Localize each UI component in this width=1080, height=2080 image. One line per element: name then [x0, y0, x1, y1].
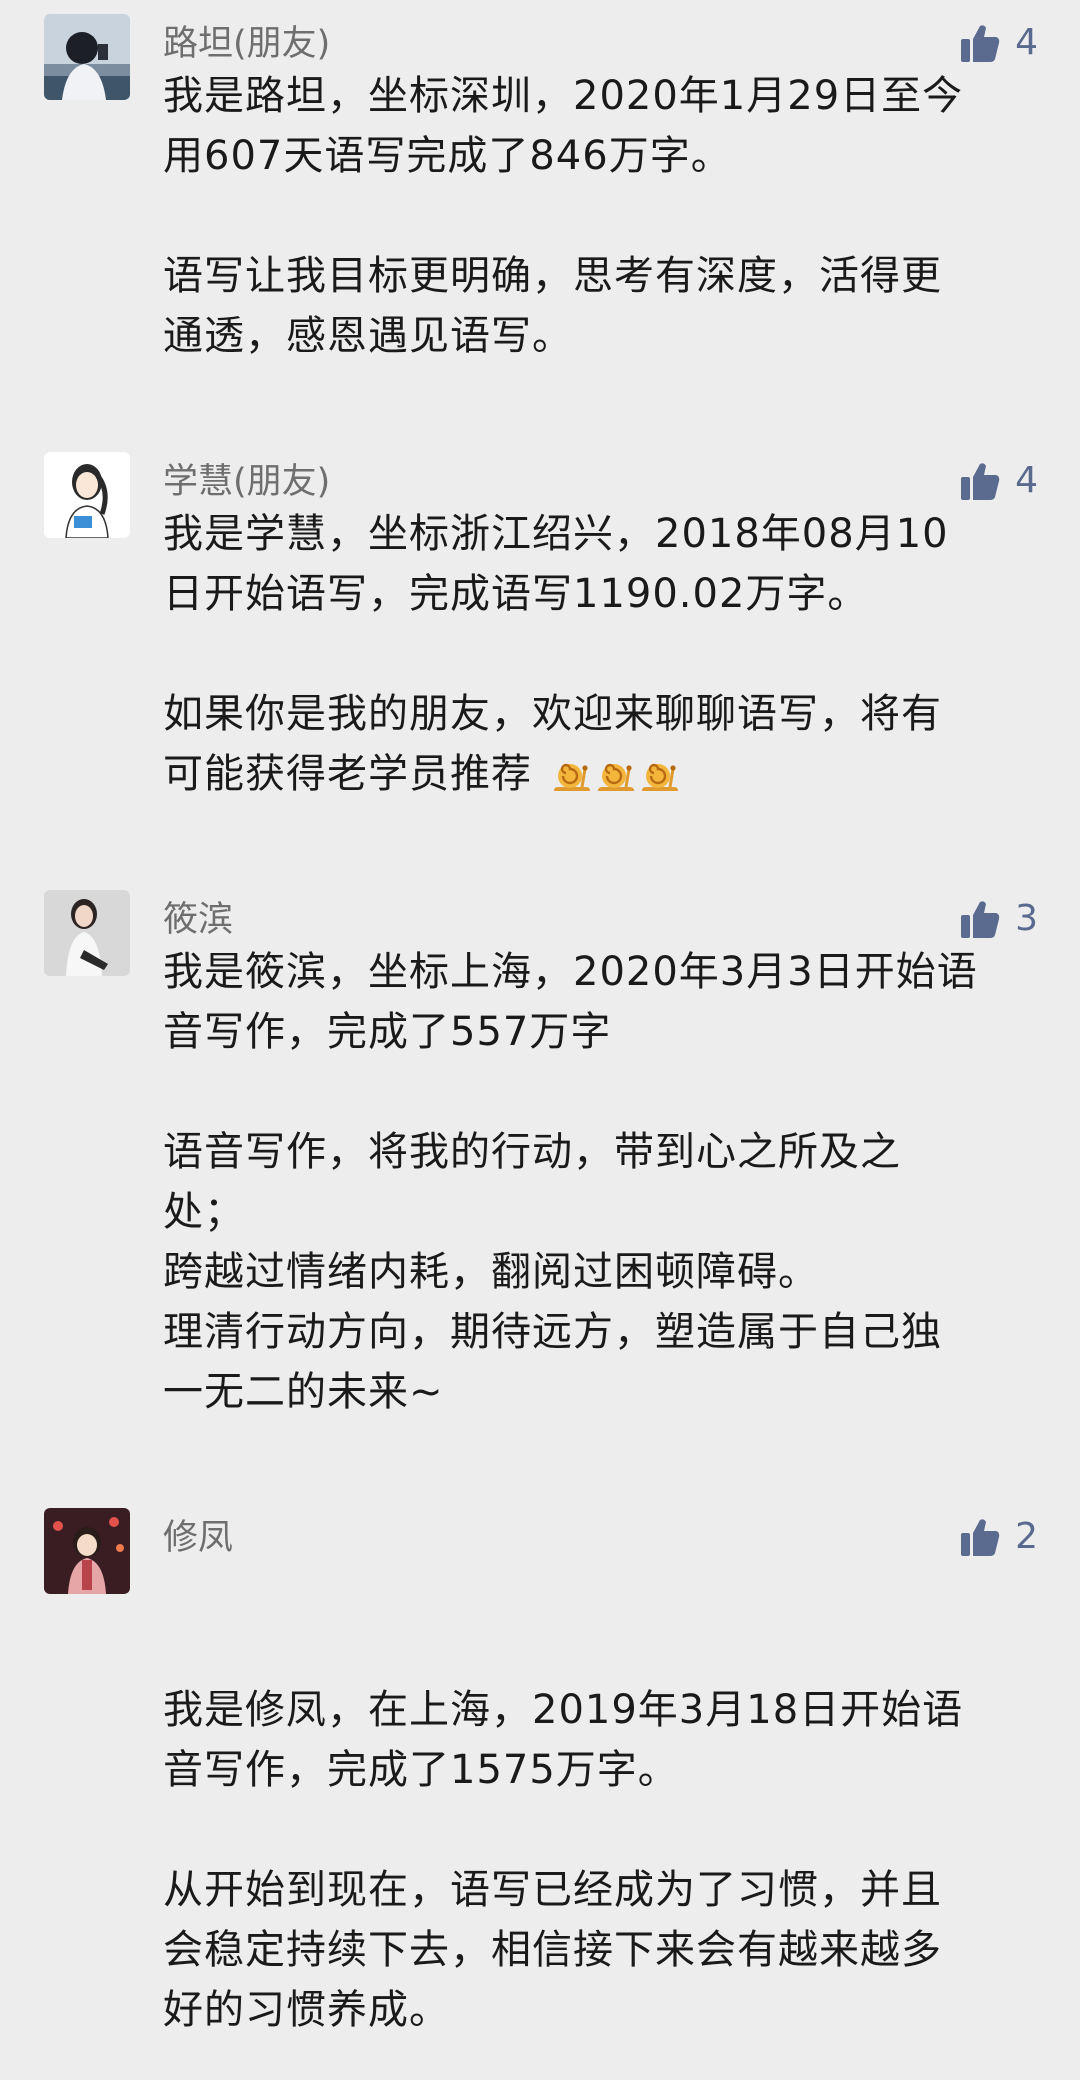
- comment-line: 音写作，完成了1575万字。: [163, 1747, 679, 1793]
- like-button[interactable]: 3: [959, 894, 1038, 944]
- snail-emoji-icon: [597, 763, 634, 791]
- like-button[interactable]: 4: [959, 456, 1038, 506]
- snail-emoji-icon: [553, 763, 590, 791]
- emoji-group: [552, 759, 680, 795]
- avatar[interactable]: [44, 890, 130, 976]
- like-count: 2: [1015, 1516, 1038, 1557]
- comment-line: 理清行动方向，期待远方，塑造属于自己独: [163, 1309, 942, 1355]
- comment-line: 会稳定持续下去，相信接下来会有越来越多: [163, 1927, 942, 1973]
- comment-line: 从开始到现在，语写已经成为了习惯，并且: [163, 1867, 942, 1913]
- comment-line: 用607天语写完成了846万字。: [163, 133, 732, 179]
- comment-line: 一无二的未来~: [163, 1369, 444, 1415]
- comment-line: 我是路坦，坐标深圳，2020年1月29日至今: [163, 73, 964, 119]
- thumbs-up-icon: [961, 901, 1000, 938]
- comment-line: 通透，感恩遇见语写。: [163, 313, 573, 359]
- comment-line: 我是学慧，坐标浙江绍兴，2018年08月10: [163, 511, 949, 557]
- comment-line: 处；: [163, 1189, 245, 1235]
- like-button[interactable]: 4: [959, 18, 1038, 68]
- nickname[interactable]: 学慧(朋友): [163, 460, 330, 504]
- like-count: 3: [1015, 898, 1038, 939]
- comment-line: 音写作，完成了557万字: [163, 1009, 612, 1055]
- like-count: 4: [1015, 460, 1038, 501]
- comment-line: 日开始语写，完成语写1190.02万字。: [163, 571, 869, 617]
- comment-text: 我是路坦，坐标深圳，2020年1月29日至今 用607天语写完成了846万字。 …: [163, 66, 1043, 366]
- comment-line: 我是筱滨，坐标上海，2020年3月3日开始语: [163, 949, 978, 995]
- snail-emoji-icon: [641, 763, 678, 791]
- thumbs-up-icon: [961, 25, 1000, 62]
- avatar[interactable]: [44, 1508, 130, 1594]
- nickname[interactable]: 路坦(朋友): [163, 22, 330, 66]
- like-count: 4: [1015, 22, 1038, 63]
- avatar[interactable]: [44, 452, 130, 538]
- comment-line: 如果你是我的朋友，欢迎来聊聊语写，将有: [163, 691, 942, 737]
- like-button[interactable]: 2: [959, 1512, 1038, 1562]
- comment-line: 语写让我目标更明确，思考有深度，活得更: [163, 253, 942, 299]
- comment-text: 我是筱滨，坐标上海，2020年3月3日开始语 音写作，完成了557万字 语音写作…: [163, 942, 1043, 1422]
- nickname[interactable]: 筱滨: [163, 898, 233, 942]
- thumbs-up-icon: [961, 1519, 1000, 1556]
- comment-line: 语音写作，将我的行动，带到心之所及之: [163, 1129, 901, 1175]
- comment-text: 我是学慧，坐标浙江绍兴，2018年08月10 日开始语写，完成语写1190.02…: [163, 504, 1043, 804]
- comment-text: 我是修凤，在上海，2019年3月18日开始语 音写作，完成了1575万字。 从开…: [163, 1560, 1043, 2040]
- comment-line-with-emoji: 可能获得老学员推荐: [163, 744, 1043, 804]
- comment-line: 我是修凤，在上海，2019年3月18日开始语: [163, 1687, 964, 1733]
- nickname[interactable]: 修凤: [163, 1516, 233, 1560]
- comment-line: 可能获得老学员推荐: [163, 751, 532, 797]
- avatar[interactable]: [44, 14, 130, 100]
- thumbs-up-icon: [961, 463, 1000, 500]
- comment-line: 好的习惯养成。: [163, 1987, 450, 2033]
- comment-line: 跨越过情绪内耗，翻阅过困顿障碍。: [163, 1249, 819, 1295]
